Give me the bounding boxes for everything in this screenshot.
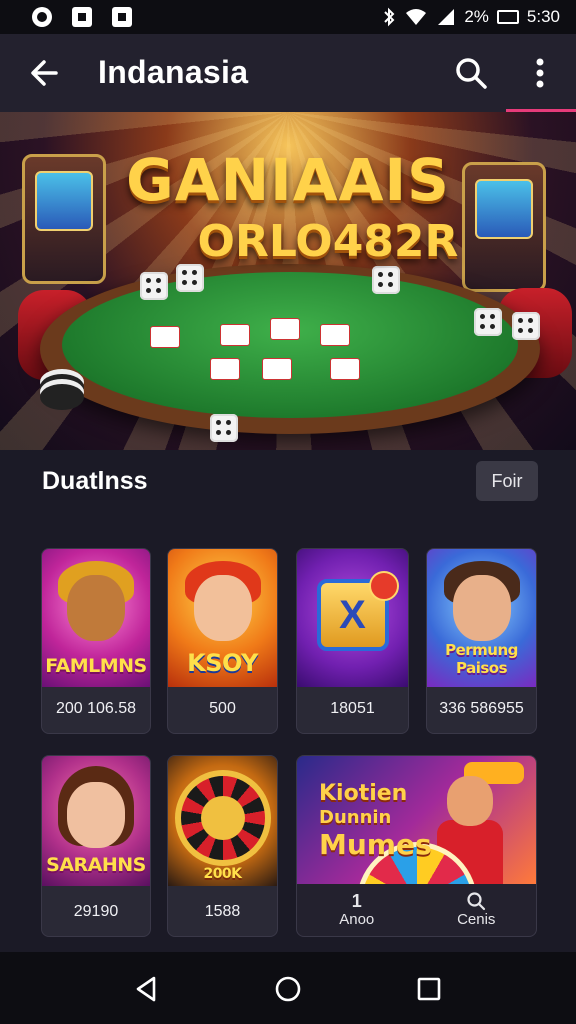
- game-card[interactable]: KSOY 500: [167, 548, 278, 734]
- number-one-icon: 1: [351, 890, 362, 911]
- tab-anoo[interactable]: 1 Anoo: [297, 882, 417, 936]
- game-thumbnail-title: SARAHNS: [46, 854, 146, 876]
- game-card[interactable]: 200K 1588: [167, 755, 278, 937]
- playing-card: [330, 358, 360, 380]
- search-icon: [467, 891, 486, 910]
- banner-subheadline: ORLO482R: [197, 216, 459, 267]
- dice: [512, 312, 540, 340]
- back-nav-icon[interactable]: [132, 974, 162, 1004]
- playing-card: [220, 324, 250, 346]
- game-thumbnail: 200K: [168, 756, 277, 886]
- signal-icon: [438, 9, 455, 25]
- game-card[interactable]: SARAHNS 29190: [41, 755, 151, 937]
- battery-text: 2%: [464, 7, 489, 26]
- wifi-icon: [406, 9, 427, 25]
- section-title: Duatlnss: [42, 467, 148, 495]
- download-icon: [112, 7, 132, 27]
- hero-banner[interactable]: GANIAAIS ORLO482R: [0, 112, 576, 450]
- game-caption: 18051: [330, 700, 375, 717]
- featured-tabs: 1 Anoo Cenis: [297, 882, 536, 936]
- game-thumbnail: KSOY: [168, 549, 277, 687]
- filter-button[interactable]: Foir: [476, 461, 538, 501]
- dice: [210, 414, 238, 442]
- tab-cenis[interactable]: Cenis: [417, 882, 537, 936]
- dice: [372, 266, 400, 294]
- playing-card: [270, 318, 300, 340]
- photo-icon: [72, 7, 92, 27]
- featured-thumbnail: Kiotien Dunnin Mumes: [297, 756, 536, 884]
- game-thumbnail-title: Permung Paisos: [445, 641, 518, 677]
- page-title: Indanasia: [98, 54, 249, 90]
- search-icon[interactable]: [452, 54, 490, 92]
- app-bar: Indanasia: [0, 34, 576, 112]
- game-thumbnail-title: FAMLMNS: [45, 655, 147, 677]
- dice: [140, 272, 168, 300]
- bluetooth-icon: [384, 7, 395, 27]
- game-card[interactable]: FAMLMNS 200 106.58: [41, 548, 151, 734]
- game-thumbnail: SARAHNS: [42, 756, 150, 886]
- game-caption: 1588: [204, 903, 241, 920]
- game-caption: 29190: [73, 903, 119, 920]
- dice: [176, 264, 204, 292]
- game-thumbnail: X: [297, 549, 408, 687]
- notification-icon: [32, 7, 52, 27]
- playing-card: [262, 358, 292, 380]
- home-nav-icon[interactable]: [273, 974, 303, 1004]
- dice: [474, 308, 502, 336]
- game-caption: 500: [209, 700, 236, 717]
- playing-card: [210, 358, 240, 380]
- roulette-wheel: [174, 770, 271, 866]
- game-caption: 336 586955: [439, 700, 524, 717]
- battery-icon: [496, 10, 519, 24]
- game-thumbnail: Permung Paisos: [427, 549, 536, 687]
- notification-dot: [369, 571, 399, 601]
- playing-card: [150, 326, 180, 348]
- recents-nav-icon[interactable]: [414, 974, 444, 1004]
- featured-game-card[interactable]: Kiotien Dunnin Mumes 1 Anoo Cenis: [296, 755, 537, 937]
- system-nav-bar: [0, 952, 576, 1024]
- tab-label: Anoo: [339, 910, 375, 928]
- back-arrow-icon[interactable]: [26, 54, 64, 92]
- game-thumbnail-title: 200K: [203, 866, 242, 882]
- tab-label: Cenis: [457, 910, 496, 928]
- game-card[interactable]: X 18051: [296, 548, 409, 734]
- game-thumbnail-title: KSOY: [187, 649, 258, 677]
- featured-title: Kiotien Dunnin Mumes: [319, 781, 432, 861]
- status-time: 5:30: [526, 7, 560, 26]
- status-bar: 2% 5:30: [0, 0, 576, 34]
- game-thumbnail: FAMLMNS: [42, 549, 150, 687]
- game-caption: 200 106.58: [55, 700, 137, 717]
- game-card[interactable]: Permung Paisos 336 586955: [426, 548, 537, 734]
- chip-stack: [40, 384, 84, 410]
- more-options-icon[interactable]: [524, 54, 556, 92]
- table-felt: [62, 272, 518, 418]
- banner-headline: GANIAAIS: [126, 146, 450, 214]
- playing-card: [320, 324, 350, 346]
